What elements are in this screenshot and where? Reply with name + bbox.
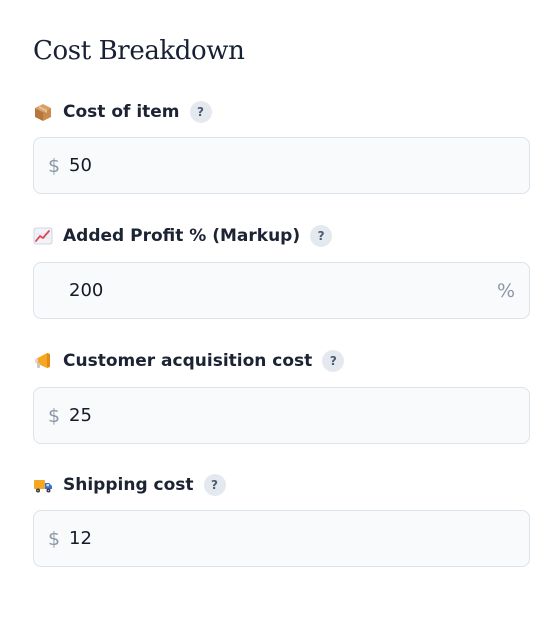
shipping-cost-field[interactable]: $ <box>33 510 530 567</box>
cost-of-item-label: Cost of item <box>63 102 180 122</box>
cost-of-item-input[interactable] <box>69 138 469 193</box>
added-profit-label-row: Added Profit % (Markup) ? <box>33 224 333 248</box>
cost-of-item-field[interactable]: $ <box>33 137 530 194</box>
shipping-cost-input[interactable] <box>69 511 469 566</box>
shipping-cost-label: Shipping cost <box>63 475 194 495</box>
section-title: Cost Breakdown <box>33 36 245 66</box>
delivery-truck-icon <box>33 475 53 495</box>
percent-suffix: % <box>496 279 515 302</box>
megaphone-icon <box>33 351 53 371</box>
customer-acquisition-label-row: Customer acquisition cost ? <box>33 349 345 373</box>
dollar-prefix: $ <box>48 527 61 550</box>
customer-acquisition-label: Customer acquisition cost <box>63 351 313 371</box>
added-profit-label: Added Profit % (Markup) <box>63 226 301 246</box>
customer-acquisition-help-icon[interactable]: ? <box>322 350 345 372</box>
added-profit-input[interactable] <box>69 263 469 318</box>
dollar-prefix: $ <box>48 404 61 427</box>
added-profit-help-icon[interactable]: ? <box>310 225 333 247</box>
shipping-cost-label-row: Shipping cost ? <box>33 473 226 497</box>
chart-increasing-icon <box>33 226 53 246</box>
customer-acquisition-field[interactable]: $ <box>33 387 530 444</box>
shipping-cost-help-icon[interactable]: ? <box>203 474 226 496</box>
package-icon <box>33 102 53 122</box>
dollar-prefix: $ <box>48 154 61 177</box>
customer-acquisition-input[interactable] <box>69 388 469 443</box>
cost-of-item-label-row: Cost of item ? <box>33 100 212 124</box>
added-profit-field[interactable]: % <box>33 262 530 319</box>
cost-of-item-help-icon[interactable]: ? <box>189 101 212 123</box>
